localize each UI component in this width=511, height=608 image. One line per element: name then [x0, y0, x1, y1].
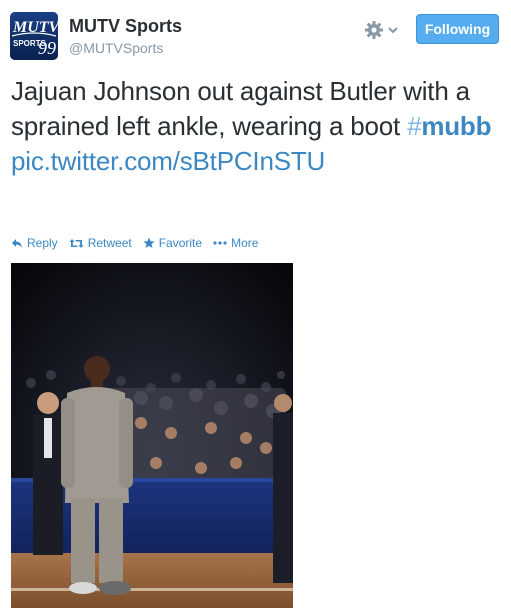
reply-label: Reply [27, 236, 58, 250]
tweet-text: Jajuan Johnson out against Butler with a… [11, 74, 503, 179]
retweet-button[interactable]: Retweet [69, 236, 132, 250]
gear-icon [365, 21, 383, 39]
ellipsis-icon [213, 241, 227, 245]
user-actions-dropdown[interactable] [364, 19, 404, 41]
star-icon [143, 237, 155, 248]
favorite-label: Favorite [158, 236, 203, 250]
avatar[interactable]: MUTV SPORTS 99 [10, 12, 58, 60]
reply-icon [12, 238, 22, 248]
more-label: More [231, 236, 259, 250]
tweet-actions: Reply Retweet Favorite More [11, 234, 269, 252]
reply-button[interactable]: Reply [11, 236, 58, 250]
avatar-number: 99 [38, 38, 56, 58]
mutv-logo: MUTV SPORTS 99 [10, 12, 58, 60]
account-name[interactable]: MUTV Sports [69, 16, 182, 36]
chevron-down-icon [388, 27, 398, 34]
retweet-label: Retweet [87, 236, 132, 250]
following-button[interactable]: Following [416, 14, 499, 44]
photo-basketball-player-in-boot [11, 263, 293, 608]
hashtag-text: mubb [421, 111, 492, 141]
retweet-icon [69, 238, 84, 248]
more-button[interactable]: More [213, 236, 258, 250]
tweet-body: Jajuan Johnson out against Butler with a… [11, 76, 470, 141]
pic-link[interactable]: pic.twitter.com/sBtPCInSTU [11, 144, 503, 179]
account-handle[interactable]: @MUTVSports [69, 39, 163, 57]
favorite-button[interactable]: Favorite [143, 236, 202, 250]
hashtag-symbol: # [407, 111, 422, 141]
tweet-photo[interactable] [11, 263, 293, 608]
hashtag-link[interactable]: #mubb [407, 111, 491, 141]
